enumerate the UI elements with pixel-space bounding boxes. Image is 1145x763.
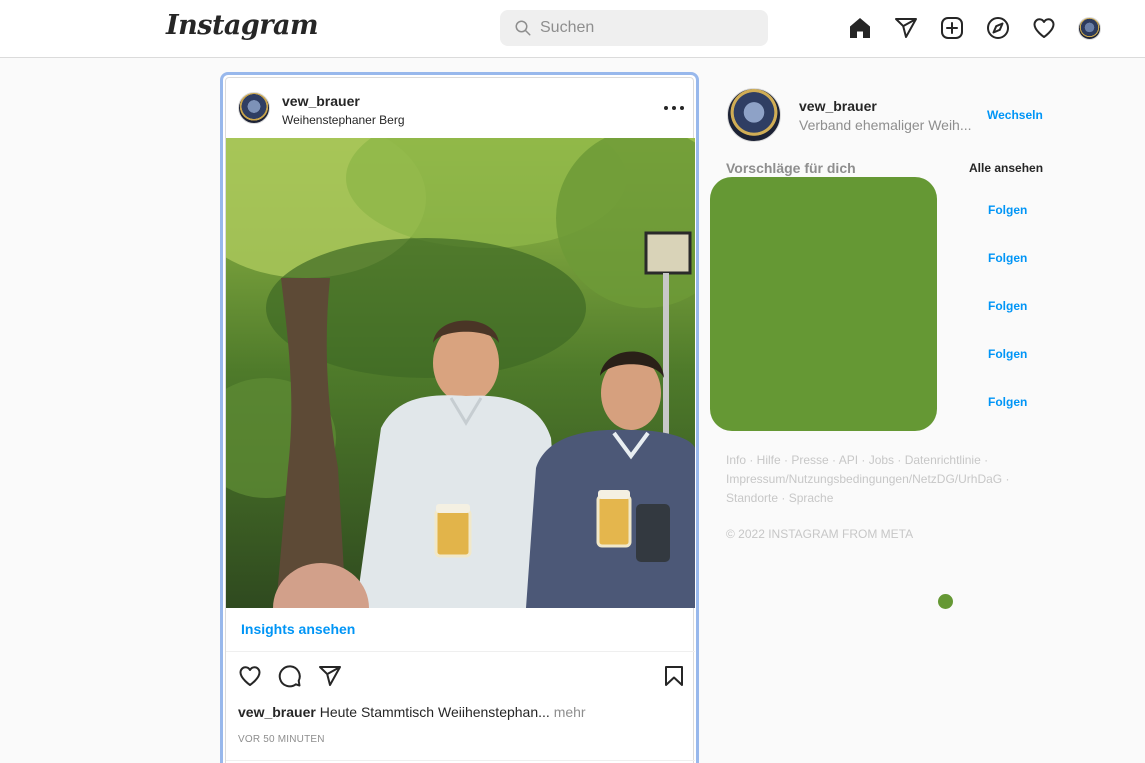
more-options-icon[interactable] [662, 98, 686, 118]
post-photo-illustration [226, 138, 695, 608]
divider [226, 651, 695, 652]
save-bookmark-icon[interactable] [662, 664, 686, 688]
caption-username[interactable]: vew_brauer [238, 704, 316, 720]
follow-button[interactable]: Folgen [988, 347, 1027, 361]
explore-icon[interactable] [986, 16, 1010, 40]
footer-links-line[interactable]: Standorte · Sprache [726, 489, 1046, 508]
feed-post-focus-ring: vew_brauer Weihenstephaner Berg Insights… [220, 72, 699, 763]
copyright-text: © 2022 INSTAGRAM FROM META [726, 527, 914, 541]
activity-heart-icon[interactable] [1032, 16, 1056, 40]
redaction-dot [938, 594, 953, 609]
comment-icon[interactable] [278, 664, 302, 688]
like-heart-icon[interactable] [238, 664, 262, 688]
suggestions-title: Vorschläge für dich [726, 160, 856, 176]
direct-icon[interactable] [894, 16, 918, 40]
footer-links: Info · Hilfe · Presse · API · Jobs · Dat… [726, 451, 1046, 508]
sidebar-username[interactable]: vew_brauer [799, 98, 877, 114]
footer-links-line[interactable]: Impressum/Nutzungsbedingungen/NetzDG/Urh… [726, 470, 1046, 489]
new-post-icon[interactable] [940, 16, 964, 40]
feed-post: vew_brauer Weihenstephaner Berg Insights… [225, 77, 695, 763]
follow-button[interactable]: Folgen [988, 251, 1027, 265]
post-location[interactable]: Weihenstephaner Berg [282, 113, 405, 127]
profile-avatar-nav[interactable] [1078, 17, 1101, 40]
post-caption: vew_brauer Heute Stammtisch Weiihensteph… [238, 704, 586, 720]
post-author-avatar[interactable] [238, 92, 270, 124]
home-icon[interactable] [848, 16, 872, 40]
follow-button[interactable]: Folgen [988, 395, 1027, 409]
top-navigation-bar: Instagram [0, 0, 1145, 58]
search-box[interactable] [500, 10, 768, 46]
post-timestamp[interactable]: VOR 50 MINUTEN [238, 734, 325, 745]
follow-button[interactable]: Folgen [988, 203, 1027, 217]
share-icon[interactable] [318, 664, 342, 688]
post-photo[interactable] [226, 138, 695, 608]
caption-more-link[interactable]: mehr [554, 704, 586, 720]
see-all-suggestions-link[interactable]: Alle ansehen [969, 161, 1043, 175]
suggestions-redacted-block [710, 177, 937, 431]
switch-account-button[interactable]: Wechseln [987, 108, 1043, 122]
instagram-logo[interactable]: Instagram [166, 10, 319, 41]
post-author-username[interactable]: vew_brauer [282, 93, 360, 109]
divider [226, 760, 695, 761]
search-input[interactable] [540, 10, 760, 46]
footer-links-line[interactable]: Info · Hilfe · Presse · API · Jobs · Dat… [726, 451, 1046, 470]
search-icon [515, 20, 531, 36]
follow-button[interactable]: Folgen [988, 299, 1027, 313]
sidebar-full-name: Verband ehemaliger Weih... [799, 117, 972, 133]
caption-text: Heute Stammtisch Weiihenstephan... [319, 704, 550, 720]
sidebar-profile-avatar[interactable] [727, 88, 781, 142]
insights-link[interactable]: Insights ansehen [241, 621, 355, 637]
post-header: vew_brauer Weihenstephaner Berg [226, 78, 695, 138]
